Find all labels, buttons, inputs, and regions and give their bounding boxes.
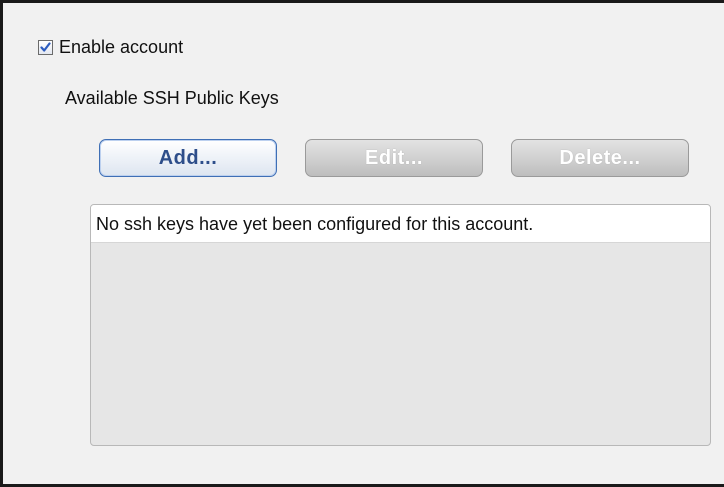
account-settings-panel: Enable account Available SSH Public Keys… — [0, 0, 724, 487]
enable-account-label[interactable]: Enable account — [59, 36, 183, 58]
delete-key-button[interactable]: Delete... — [511, 139, 689, 177]
enable-account-option[interactable]: Enable account — [38, 36, 183, 58]
add-key-button[interactable]: Add... — [99, 139, 277, 177]
enable-account-checkbox[interactable] — [38, 39, 53, 55]
empty-list-message: No ssh keys have yet been configured for… — [91, 205, 710, 243]
edit-key-button[interactable]: Edit... — [305, 139, 483, 177]
ssh-keys-list[interactable]: No ssh keys have yet been configured for… — [90, 204, 711, 446]
ssh-keys-section-label: Available SSH Public Keys — [65, 88, 279, 108]
checkmark-icon — [40, 41, 51, 52]
